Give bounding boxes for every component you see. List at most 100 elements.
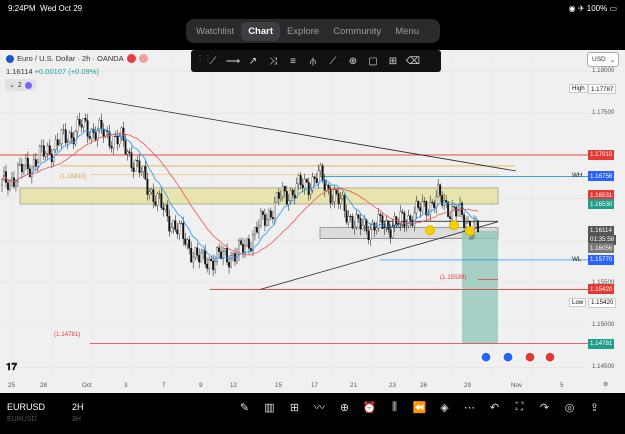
share-icon[interactable]: ⇪ <box>586 399 603 415</box>
candle <box>423 200 426 202</box>
undo-icon[interactable]: ↶ <box>486 399 503 415</box>
candle <box>108 131 111 147</box>
drawing-toolbar: ⋮⋮ ⟋ ⟶ ↗ ⤨ ≡ ⫛ ⟋ ⊕ ▢ ⊞ ⌫ <box>191 50 441 72</box>
candle <box>337 193 340 204</box>
tab-explore[interactable]: Explore <box>280 22 326 41</box>
price-chart[interactable] <box>0 50 625 393</box>
pitchfork-icon[interactable]: ⫛ <box>304 52 322 70</box>
time-tick: Oct <box>82 382 92 389</box>
bottom-symbol[interactable]: EURUSD <box>7 402 45 412</box>
event-marker <box>502 351 514 363</box>
redo-icon[interactable]: ↷ <box>536 399 553 415</box>
more-icon[interactable]: ⋯ <box>461 399 478 415</box>
time-tick: 9 <box>199 382 203 389</box>
eraser-icon[interactable]: ⌫ <box>404 52 422 70</box>
path-icon[interactable]: ⤨ <box>264 52 282 70</box>
candle <box>116 136 119 145</box>
status-time: 9:24PM Wed Oct 29 <box>8 4 83 13</box>
layers-icon[interactable]: ◈ <box>436 399 453 415</box>
candle <box>417 200 420 208</box>
symbol-header[interactable]: Euro / U.S. Dollar · 2h · OANDA <box>6 54 148 63</box>
timeframe-selector[interactable]: 2H <box>72 402 84 412</box>
pen-icon[interactable]: ✎ <box>236 399 253 415</box>
candle <box>285 191 288 205</box>
price-tag: 1.15770 <box>588 254 615 265</box>
candle <box>433 202 436 208</box>
candle <box>200 252 203 263</box>
candle <box>102 128 105 138</box>
candle <box>182 222 185 240</box>
candle <box>293 194 296 199</box>
candle <box>212 260 215 270</box>
bottom-toolbar: EURUSD EURUSD 2H 3H ✎ ▥ ⊞ 〰 ⊕ ⏰ ⫼ ⏪ ◈ ⋯ … <box>0 393 625 434</box>
candle <box>269 210 272 218</box>
price-tag: 1.17010 <box>588 149 615 160</box>
trend-line-icon[interactable]: ⟋ <box>204 52 222 70</box>
alert-icon[interactable]: ⏰ <box>361 399 378 415</box>
event-marker <box>524 351 536 363</box>
horizontal-ray-icon[interactable]: ⟶ <box>224 52 242 70</box>
add-icon[interactable]: ⊕ <box>336 399 353 415</box>
candle <box>192 256 195 263</box>
candle <box>150 189 153 193</box>
tab-watchlist[interactable]: Watchlist <box>189 22 241 41</box>
candle <box>188 239 191 249</box>
tab-menu[interactable]: Menu <box>388 22 426 41</box>
candle <box>1 179 3 186</box>
indicators-icon[interactable]: 〰 <box>311 399 328 415</box>
candle <box>250 248 252 251</box>
rewind-icon[interactable]: ⏪ <box>411 399 428 415</box>
price-axis[interactable]: 1.180001.175001.170001.165001.160001.155… <box>569 50 625 393</box>
candle <box>112 135 115 149</box>
fullscreen-icon[interactable]: ⛶ <box>511 399 528 415</box>
candle <box>32 159 35 167</box>
candle <box>78 119 81 125</box>
time-tick: 3 <box>124 382 128 389</box>
layout-icon[interactable]: ⊞ <box>286 399 303 415</box>
parallel-channel-icon[interactable]: ≡ <box>284 52 302 70</box>
candle <box>277 192 280 199</box>
grid-icon[interactable]: ⊞ <box>384 52 402 70</box>
level-label: 1.16226 <box>383 223 406 230</box>
time-tick: 5 <box>560 382 564 389</box>
candle <box>110 146 113 149</box>
indicator-count: 2 <box>17 81 22 89</box>
candle <box>218 247 221 252</box>
time-axis[interactable]: 25 28 Oct 3 7 9 12 15 17 21 23 26 29 Nov 5 ⚙ <box>0 380 625 393</box>
candle <box>154 201 157 206</box>
rectangle-icon[interactable]: ▢ <box>364 52 382 70</box>
chart-type-icon[interactable]: ▥ <box>261 399 278 415</box>
ray-icon[interactable]: ↗ <box>244 52 262 70</box>
candle <box>144 165 147 180</box>
candle <box>170 227 173 232</box>
candle <box>275 192 278 203</box>
time-tick: 25 <box>8 382 15 389</box>
candle <box>244 244 246 253</box>
candle <box>130 152 133 168</box>
drag-handle-icon[interactable]: ⋮⋮ <box>196 54 212 68</box>
candle <box>58 143 61 146</box>
candle <box>72 137 75 145</box>
indicators-badge[interactable]: ⌄ 2 <box>5 79 36 91</box>
candle <box>70 132 73 138</box>
settings-icon[interactable]: ⚙ <box>603 381 609 388</box>
candle <box>329 188 332 204</box>
screenshot-icon[interactable]: ◎ <box>561 399 578 415</box>
gann-icon[interactable]: ⊕ <box>344 52 362 70</box>
brush-icon[interactable]: ⟋ <box>324 52 342 70</box>
eur-flag-icon <box>6 54 14 63</box>
candle <box>359 218 362 230</box>
candle <box>373 222 376 231</box>
replay-icon[interactable]: ⫼ <box>386 399 403 415</box>
candle <box>126 151 129 155</box>
candle <box>467 221 470 224</box>
chart-area[interactable]: Euro / U.S. Dollar · 2h · OANDA 1.16114 … <box>0 50 625 393</box>
tab-community[interactable]: Community <box>326 22 388 41</box>
tab-chart[interactable]: Chart <box>241 21 280 41</box>
candle <box>62 129 65 131</box>
timeframe-sub: 3H <box>72 416 81 423</box>
candle <box>24 158 27 166</box>
candle <box>14 181 17 187</box>
candle <box>210 259 213 262</box>
candle <box>457 210 460 217</box>
